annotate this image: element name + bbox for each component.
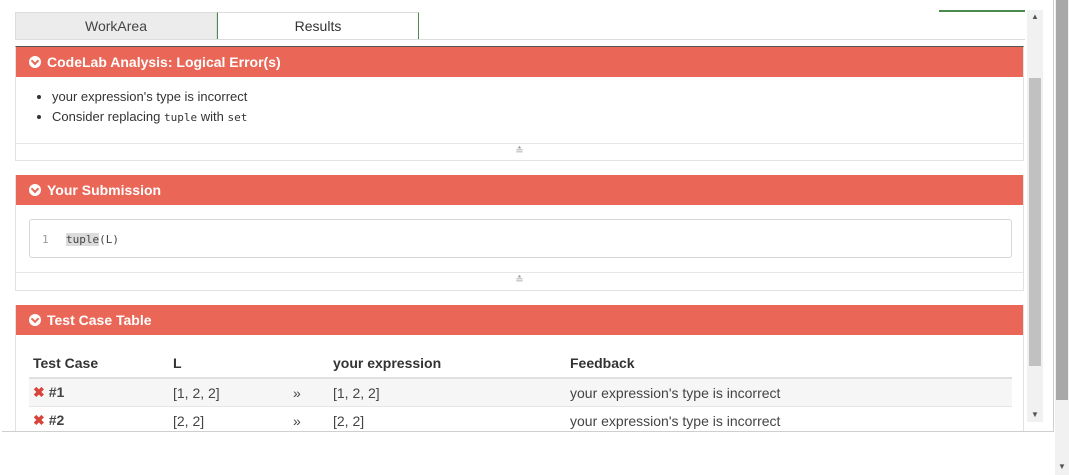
highlighted-token: tuple — [66, 233, 100, 246]
page-scrollbar[interactable]: ▼ — [1055, 0, 1069, 475]
scrollbar-thumb[interactable] — [1029, 78, 1041, 366]
status-indicator — [939, 10, 1025, 12]
code-token: set — [227, 111, 248, 124]
submission-title: Your Submission — [47, 182, 162, 198]
code-token: tuple — [164, 111, 198, 124]
tab-workarea[interactable]: WorkArea — [15, 12, 217, 40]
results-frame: WorkArea Results CodeLab Analysis: Logic… — [2, 0, 1054, 432]
chevron-down-circle-icon — [29, 56, 41, 68]
test-case-table: Test Case L your expression Feedback ✖ #1… — [29, 349, 1012, 431]
analysis-panel: CodeLab Analysis: Logical Error(s) your … — [15, 46, 1024, 161]
cell-expression: [1, 2, 2] — [329, 378, 566, 407]
double-chevron-down-icon[interactable]: ≛ — [16, 143, 1023, 162]
analysis-title: CodeLab Analysis: Logical Error(s) — [47, 54, 281, 70]
inner-scrollbar[interactable]: ▲ ▼ — [1027, 10, 1043, 422]
code-line: tuple(L) — [66, 233, 119, 246]
line-number: 1 — [42, 233, 49, 246]
test-case-panel: Test Case Table Test Case L your express… — [15, 305, 1024, 431]
cell-l: [2, 2] — [169, 406, 289, 431]
tab-results[interactable]: Results — [217, 12, 419, 40]
table-header-row: Test Case L your expression Feedback — [29, 349, 1012, 379]
scroll-down-icon[interactable]: ▼ — [1055, 461, 1069, 473]
cell-expression: [2, 2] — [329, 406, 566, 431]
tab-bar: WorkArea Results — [15, 10, 1025, 40]
table-row[interactable]: ✖ #2 [2, 2] » [2, 2] your expression's ty… — [29, 406, 1012, 431]
column-header: Feedback — [566, 349, 1012, 379]
code-viewer[interactable]: 1 tuple(L) — [29, 219, 1012, 258]
analysis-item: Consider replacing tuple with set — [52, 107, 247, 128]
scroll-up-icon[interactable]: ▲ — [1027, 10, 1043, 24]
cell-feedback: your expression's type is incorrect — [566, 406, 1012, 431]
test-case-title: Test Case Table — [47, 312, 152, 328]
column-header: your expression — [329, 349, 566, 379]
arrow-icon: » — [289, 406, 329, 431]
chevron-down-circle-icon — [29, 314, 41, 326]
chevron-down-circle-icon — [29, 184, 41, 196]
analysis-list: your expression's type is incorrect Cons… — [34, 87, 247, 128]
x-mark-icon: ✖ — [33, 384, 45, 400]
scroll-down-icon[interactable]: ▼ — [1027, 408, 1043, 422]
page-scrollbar-thumb[interactable] — [1056, 0, 1068, 400]
arrow-icon: » — [289, 378, 329, 407]
analysis-item: your expression's type is incorrect — [52, 87, 247, 107]
table-row[interactable]: ✖ #1 [1, 2, 2] » [1, 2, 2] your expressio… — [29, 378, 1012, 407]
tab-divider — [15, 39, 1025, 40]
column-header — [289, 349, 329, 379]
cell-l: [1, 2, 2] — [169, 378, 289, 407]
x-mark-icon: ✖ — [33, 412, 45, 428]
submission-panel-header[interactable]: Your Submission — [16, 175, 1023, 205]
column-header: L — [169, 349, 289, 379]
submission-panel: Your Submission 1 tuple(L) ≛ — [15, 175, 1024, 291]
double-chevron-down-icon[interactable]: ≛ — [16, 272, 1023, 291]
test-case-panel-header[interactable]: Test Case Table — [16, 305, 1023, 335]
cell-feedback: your expression's type is incorrect — [566, 378, 1012, 407]
column-header: Test Case — [29, 349, 169, 379]
analysis-panel-header[interactable]: CodeLab Analysis: Logical Error(s) — [16, 47, 1023, 77]
